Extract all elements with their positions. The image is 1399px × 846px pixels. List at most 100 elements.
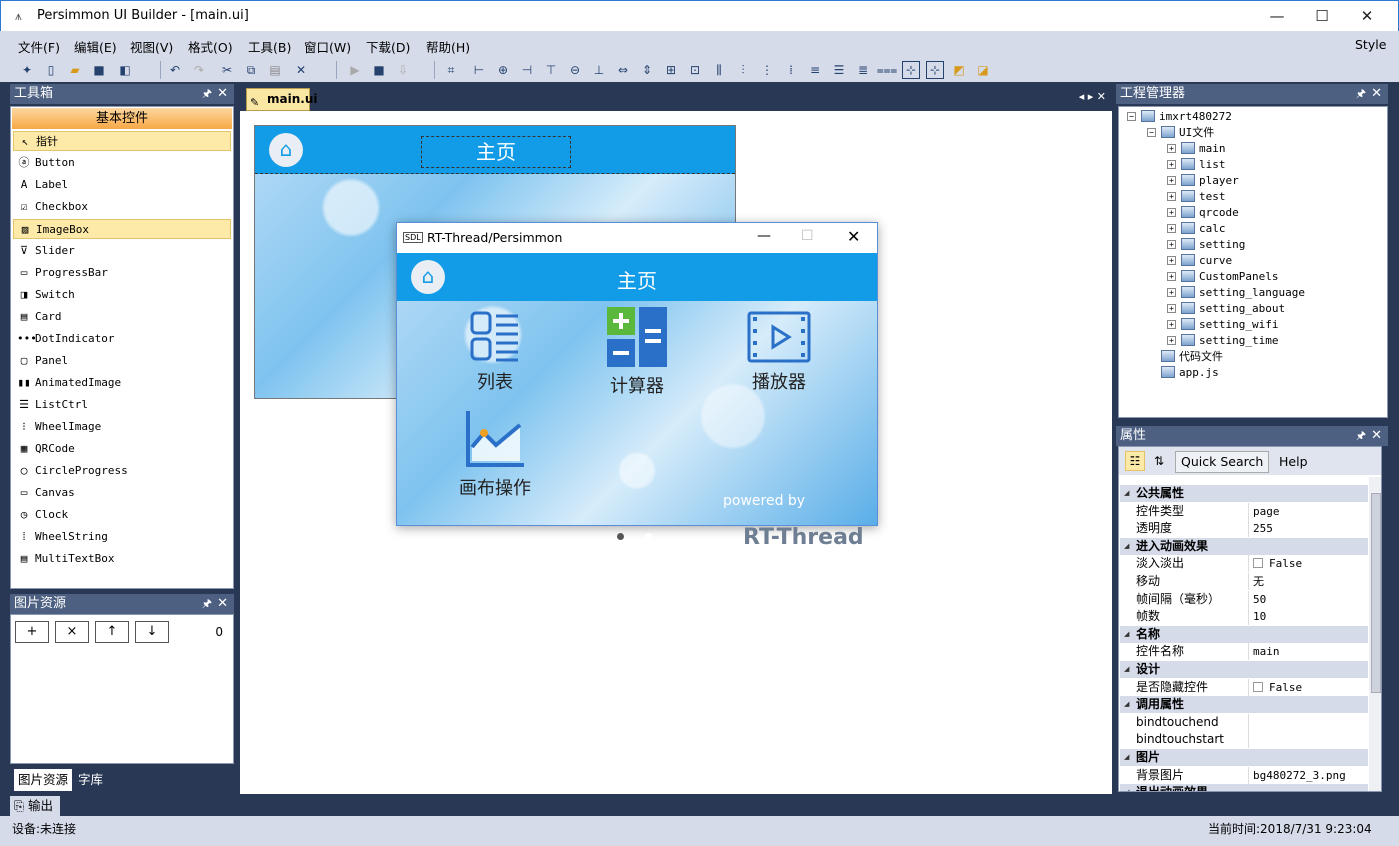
stop-icon[interactable]: ■	[370, 61, 388, 79]
toolbox-item[interactable]: ▭ Canvas	[13, 483, 231, 503]
preview-minimize-button[interactable]: —	[757, 228, 771, 244]
property-row[interactable]: bindtouchend	[1120, 713, 1368, 731]
bring-front-icon[interactable]: ◩	[950, 61, 968, 79]
preview-maximize-button[interactable]: ☐	[801, 228, 814, 244]
property-value[interactable]: False	[1248, 555, 1368, 573]
save-icon[interactable]: ■	[90, 61, 108, 79]
tree-ui-file[interactable]: + test	[1167, 189, 1226, 205]
editor-tab-controls[interactable]: ◂ ▸ ✕	[1079, 90, 1106, 103]
pin-icon[interactable]: 🖈	[1356, 426, 1366, 446]
toolbox-item[interactable]: ↖ 指针	[13, 131, 231, 151]
align-top-icon[interactable]: ⊤	[542, 61, 560, 79]
align-left-icon[interactable]: ⊢	[470, 61, 488, 79]
toolbox-item[interactable]: ▮▮ AnimatedImage	[13, 373, 231, 393]
undo-icon[interactable]: ↶	[166, 61, 184, 79]
menu-download[interactable]: 下载(D)	[366, 37, 410, 56]
toolbox-item[interactable]: A Label	[13, 175, 231, 195]
redo-icon[interactable]: ↷	[190, 61, 208, 79]
property-row[interactable]: 背景图片 bg480272_3.png	[1120, 766, 1368, 784]
app-canvas[interactable]: 画布操作	[455, 411, 535, 500]
property-category[interactable]: 公共属性	[1120, 485, 1368, 502]
menu-format[interactable]: 格式(O)	[188, 37, 233, 56]
tree-ui-file[interactable]: + setting_time	[1167, 333, 1278, 349]
property-value[interactable]: bg480272_3.png	[1248, 766, 1368, 784]
center-v-icon[interactable]: ⊹	[926, 61, 944, 79]
close-icon[interactable]: ✕	[217, 594, 228, 614]
property-row[interactable]: 透明度 255	[1120, 520, 1368, 538]
property-value[interactable]: main	[1248, 643, 1368, 661]
app-calculator[interactable]: 计算器	[597, 307, 677, 398]
align-middle-icon[interactable]: ⊖	[566, 61, 584, 79]
close-icon[interactable]: ✕	[217, 84, 228, 104]
vspace-equal-icon[interactable]: ≡	[806, 61, 824, 79]
property-row[interactable]: 淡入淡出 False	[1120, 555, 1368, 573]
paste-icon[interactable]: ▤	[266, 61, 284, 79]
vspace-remove-icon[interactable]: ⩶	[877, 61, 898, 79]
toolbox-item[interactable]: ⊽ Slider	[13, 241, 231, 261]
remove-image-button[interactable]: ×	[55, 621, 89, 643]
home-icon[interactable]: ⌂	[269, 133, 303, 167]
style-menu[interactable]: Style	[1355, 37, 1386, 52]
align-bottom-icon[interactable]: ⊥	[590, 61, 608, 79]
property-value[interactable]	[1248, 713, 1368, 731]
align-center-icon[interactable]: ⊕	[494, 61, 512, 79]
cut-icon[interactable]: ✂	[218, 61, 236, 79]
toolbox-item[interactable]: ▦ QRCode	[13, 439, 231, 459]
open-icon[interactable]: ▰	[66, 61, 84, 79]
toolbox-group[interactable]: 基本控件	[12, 108, 232, 129]
tree-root[interactable]: − imxrt480272	[1127, 109, 1232, 125]
checkbox[interactable]	[1253, 681, 1263, 692]
tree-ui-file[interactable]: + CustomPanels	[1167, 269, 1278, 285]
same-width-icon[interactable]: ⇔	[614, 61, 632, 79]
tree-ui-file[interactable]: + setting	[1167, 237, 1245, 253]
property-row[interactable]: bindtouchstart	[1120, 731, 1368, 749]
design-page-title[interactable]: 主页	[421, 136, 571, 168]
menu-window[interactable]: 窗口(W)	[304, 37, 351, 56]
tree-ui-file[interactable]: + curve	[1167, 253, 1232, 269]
tab-main-ui[interactable]: ✎ main.ui	[246, 88, 317, 111]
property-category[interactable]: 退出动画效果	[1120, 784, 1368, 791]
property-value[interactable]: 无	[1248, 573, 1368, 590]
tree-code-folder[interactable]: 代码文件	[1161, 349, 1223, 365]
close-button[interactable]: ✕	[1347, 5, 1387, 27]
property-row[interactable]: 控件类型 page	[1120, 502, 1368, 520]
app-player[interactable]: 播放器	[739, 311, 819, 394]
vspace-dec-icon[interactable]: ≣	[854, 61, 872, 79]
tree-ui-file[interactable]: + main	[1167, 141, 1226, 157]
tree-app-js[interactable]: app.js	[1161, 365, 1219, 381]
property-value[interactable]: page	[1248, 502, 1368, 520]
property-row[interactable]: 帧数 10	[1120, 608, 1368, 626]
minimize-button[interactable]: —	[1257, 5, 1297, 27]
hspace-inc-icon[interactable]: ⫶	[734, 61, 752, 79]
pin-icon[interactable]: 🖈	[202, 84, 212, 104]
toolbox-item[interactable]: ▨ ImageBox	[13, 219, 231, 239]
hspace-remove-icon[interactable]: ⁞	[782, 61, 800, 79]
toolbox-item[interactable]: ☑ Checkbox	[13, 197, 231, 217]
page-dot-active[interactable]	[617, 533, 624, 540]
property-value[interactable]: False	[1248, 678, 1368, 696]
run-icon[interactable]: ▶	[346, 61, 364, 79]
toolbox-item[interactable]: ◨ Switch	[13, 285, 231, 305]
add-image-button[interactable]: +	[15, 621, 49, 643]
property-value[interactable]: 50	[1248, 590, 1368, 608]
download-icon[interactable]: ⇩	[394, 61, 412, 79]
property-category[interactable]: 名称	[1120, 625, 1368, 643]
align-grid-icon[interactable]: ⌗	[442, 61, 460, 79]
vspace-inc-icon[interactable]: ☰	[830, 61, 848, 79]
property-row[interactable]: 控件名称 main	[1120, 643, 1368, 661]
send-back-icon[interactable]: ◪	[974, 61, 992, 79]
menu-view[interactable]: 视图(V)	[130, 37, 173, 56]
tree-ui-file[interactable]: + setting_language	[1167, 285, 1305, 301]
toolbox-item[interactable]: ▭ ProgressBar	[13, 263, 231, 283]
toolbox-item[interactable]: ••• DotIndicator	[13, 329, 231, 349]
toolbox-item[interactable]: ☰ ListCtrl	[13, 395, 231, 415]
align-right-icon[interactable]: ⊣	[518, 61, 536, 79]
property-row[interactable]: 是否隐藏控件 False	[1120, 678, 1368, 696]
preview-window[interactable]: SDL RT-Thread/Persimmon — ☐ ✕ ⌂ 主页 列表 计算…	[396, 222, 878, 550]
toolbox-item[interactable]: ▤ MultiTextBox	[13, 549, 231, 569]
tree-ui-file[interactable]: + calc	[1167, 221, 1226, 237]
toolbox-item[interactable]: ⓐ Button	[13, 153, 231, 173]
copy-icon[interactable]: ⧉	[242, 61, 260, 79]
menu-tools[interactable]: 工具(B)	[248, 37, 291, 56]
property-value[interactable]	[1248, 731, 1368, 749]
